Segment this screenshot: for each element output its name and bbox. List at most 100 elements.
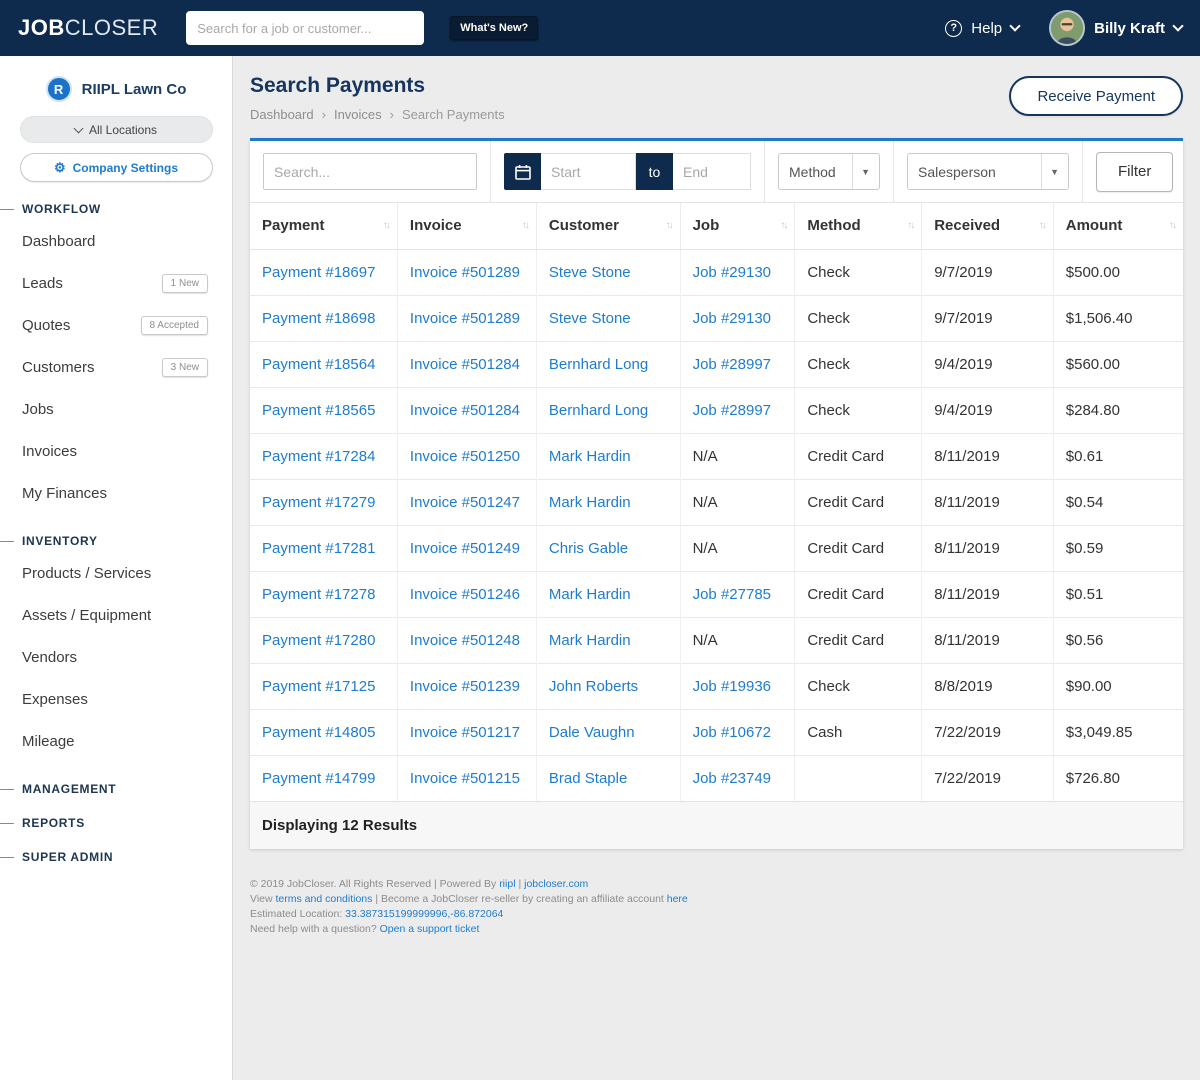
terms-and-conditions-link[interactable]: terms and conditions bbox=[276, 893, 373, 905]
jobcloser-link[interactable]: jobcloser.com bbox=[524, 878, 588, 890]
sidebar-item-products-services[interactable]: Products / Services bbox=[0, 552, 232, 594]
sidebar-item-invoices[interactable]: Invoices bbox=[0, 430, 232, 472]
table-search-input[interactable] bbox=[263, 153, 477, 190]
customer-link[interactable]: Chris Gable bbox=[549, 540, 628, 557]
locations-dropdown[interactable]: All Locations bbox=[20, 116, 213, 143]
sidebar-item-dashboard[interactable]: Dashboard bbox=[0, 220, 232, 262]
customer-link[interactable]: Mark Hardin bbox=[549, 632, 631, 649]
received-cell: 7/22/2019 bbox=[922, 755, 1054, 801]
job-link[interactable]: Job #10672 bbox=[693, 724, 771, 741]
sidebar-section-inventory[interactable]: INVENTORY bbox=[0, 534, 232, 548]
column-header-received[interactable]: Received↑↓ bbox=[922, 203, 1054, 249]
job-link[interactable]: Job #29130 bbox=[693, 264, 771, 281]
job-link[interactable]: Job #27785 bbox=[693, 586, 771, 603]
customer-link[interactable]: Steve Stone bbox=[549, 310, 631, 327]
customer-link[interactable]: John Roberts bbox=[549, 678, 638, 695]
column-header-payment[interactable]: Payment↑↓ bbox=[250, 203, 397, 249]
invoice-link[interactable]: Invoice #501250 bbox=[410, 448, 520, 465]
invoice-link[interactable]: Invoice #501289 bbox=[410, 264, 520, 281]
sidebar-item-my-finances[interactable]: My Finances bbox=[0, 472, 232, 514]
payment-link[interactable]: Payment #17281 bbox=[262, 540, 375, 557]
invoice-link[interactable]: Invoice #501217 bbox=[410, 724, 520, 741]
sidebar-item-expenses[interactable]: Expenses bbox=[0, 678, 232, 720]
payment-link[interactable]: Payment #14799 bbox=[262, 770, 375, 787]
payment-link[interactable]: Payment #17125 bbox=[262, 678, 375, 695]
count-badge: 8 Accepted bbox=[141, 316, 208, 335]
sidebar-item-mileage[interactable]: Mileage bbox=[0, 720, 232, 762]
affiliate-here-link[interactable]: here bbox=[667, 893, 688, 905]
invoice-link[interactable]: Invoice #501289 bbox=[410, 310, 520, 327]
payment-link[interactable]: Payment #18698 bbox=[262, 310, 375, 327]
sidebar-item-customers[interactable]: Customers3 New bbox=[0, 346, 232, 388]
column-header-method[interactable]: Method↑↓ bbox=[795, 203, 922, 249]
invoice-link[interactable]: Invoice #501239 bbox=[410, 678, 520, 695]
app-logo[interactable]: JOBCLOSER bbox=[18, 15, 158, 41]
column-header-customer[interactable]: Customer↑↓ bbox=[536, 203, 680, 249]
sidebar-item-quotes[interactable]: Quotes8 Accepted bbox=[0, 304, 232, 346]
help-menu[interactable]: ? Help bbox=[945, 20, 1019, 37]
breadcrumb-dashboard[interactable]: Dashboard bbox=[250, 107, 314, 122]
invoice-link[interactable]: Invoice #501284 bbox=[410, 402, 520, 419]
job-link[interactable]: Job #28997 bbox=[693, 356, 771, 373]
sort-icon[interactable]: ↑↓ bbox=[1035, 220, 1045, 231]
customer-link[interactable]: Mark Hardin bbox=[549, 448, 631, 465]
receive-payment-button[interactable]: Receive Payment bbox=[1009, 76, 1183, 116]
estimated-location-link[interactable]: 33.387315199999996,-86.872064 bbox=[345, 908, 503, 920]
riipl-link[interactable]: riipl bbox=[499, 878, 515, 890]
payment-link[interactable]: Payment #17280 bbox=[262, 632, 375, 649]
user-menu[interactable]: Billy Kraft bbox=[1049, 10, 1182, 46]
sort-icon[interactable]: ↑↓ bbox=[1165, 220, 1175, 231]
job-link[interactable]: Job #23749 bbox=[693, 770, 771, 787]
customer-link[interactable]: Mark Hardin bbox=[549, 586, 631, 603]
payment-link[interactable]: Payment #17278 bbox=[262, 586, 375, 603]
support-ticket-link[interactable]: Open a support ticket bbox=[380, 923, 480, 935]
sidebar-section-super-admin[interactable]: SUPER ADMIN bbox=[0, 850, 232, 864]
payment-link[interactable]: Payment #18564 bbox=[262, 356, 375, 373]
end-date-input[interactable] bbox=[673, 153, 751, 190]
job-link[interactable]: Job #29130 bbox=[693, 310, 771, 327]
payment-link[interactable]: Payment #17279 bbox=[262, 494, 375, 511]
job-link[interactable]: Job #19936 bbox=[693, 678, 771, 695]
invoice-link[interactable]: Invoice #501247 bbox=[410, 494, 520, 511]
invoice-link[interactable]: Invoice #501246 bbox=[410, 586, 520, 603]
column-header-amount[interactable]: Amount↑↓ bbox=[1053, 203, 1183, 249]
customer-link[interactable]: Steve Stone bbox=[549, 264, 631, 281]
invoice-link[interactable]: Invoice #501215 bbox=[410, 770, 520, 787]
invoice-link[interactable]: Invoice #501248 bbox=[410, 632, 520, 649]
payment-link[interactable]: Payment #18565 bbox=[262, 402, 375, 419]
customer-link[interactable]: Bernhard Long bbox=[549, 356, 648, 373]
sort-icon[interactable]: ↑↓ bbox=[903, 220, 913, 231]
column-header-job[interactable]: Job↑↓ bbox=[680, 203, 795, 249]
customer-link[interactable]: Brad Staple bbox=[549, 770, 627, 787]
customer-link[interactable]: Mark Hardin bbox=[549, 494, 631, 511]
payment-link[interactable]: Payment #17284 bbox=[262, 448, 375, 465]
customer-link[interactable]: Bernhard Long bbox=[549, 402, 648, 419]
sort-icon[interactable]: ↑↓ bbox=[379, 220, 389, 231]
breadcrumb-invoices[interactable]: Invoices bbox=[334, 107, 382, 122]
sidebar-item-jobs[interactable]: Jobs bbox=[0, 388, 232, 430]
invoice-link[interactable]: Invoice #501284 bbox=[410, 356, 520, 373]
payment-link[interactable]: Payment #14805 bbox=[262, 724, 375, 741]
whats-new-button[interactable]: What's New? bbox=[450, 16, 538, 40]
calendar-button[interactable] bbox=[504, 153, 541, 190]
filter-button[interactable]: Filter bbox=[1096, 152, 1173, 192]
column-header-invoice[interactable]: Invoice↑↓ bbox=[397, 203, 536, 249]
invoice-link[interactable]: Invoice #501249 bbox=[410, 540, 520, 557]
sidebar-item-leads[interactable]: Leads1 New bbox=[0, 262, 232, 304]
payment-link[interactable]: Payment #18697 bbox=[262, 264, 375, 281]
sort-icon[interactable]: ↑↓ bbox=[518, 220, 528, 231]
sidebar-item-vendors[interactable]: Vendors bbox=[0, 636, 232, 678]
sidebar-section-workflow[interactable]: WORKFLOW bbox=[0, 202, 232, 216]
job-link[interactable]: Job #28997 bbox=[693, 402, 771, 419]
start-date-input[interactable] bbox=[541, 153, 636, 190]
sidebar-item-assets-equipment[interactable]: Assets / Equipment bbox=[0, 594, 232, 636]
sort-icon[interactable]: ↑↓ bbox=[776, 220, 786, 231]
salesperson-select[interactable]: Salesperson ▼ bbox=[907, 153, 1069, 190]
sidebar-section-reports[interactable]: REPORTS bbox=[0, 816, 232, 830]
customer-link[interactable]: Dale Vaughn bbox=[549, 724, 635, 741]
sidebar-section-management[interactable]: MANAGEMENT bbox=[0, 782, 232, 796]
company-settings-button[interactable]: ⚙ Company Settings bbox=[20, 153, 213, 182]
global-search-input[interactable] bbox=[186, 11, 424, 45]
sort-icon[interactable]: ↑↓ bbox=[662, 220, 672, 231]
method-select[interactable]: Method ▼ bbox=[778, 153, 880, 190]
